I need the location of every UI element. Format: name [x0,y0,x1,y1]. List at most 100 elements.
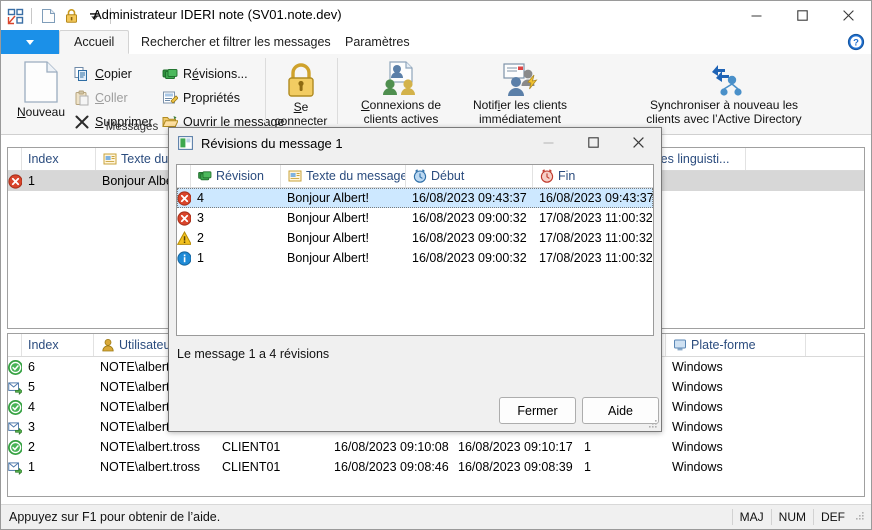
dialog-title-bar: Révisions du message 1 [169,128,661,158]
column-revision-text[interactable]: Texte du message [281,165,406,187]
new-message-button[interactable]: NNouveauouveau [9,60,73,119]
tab-rechercher-filtrer-label: Rechercher et filtrer les messages [141,35,331,49]
revisions-listview[interactable]: Révision Texte du message Début Fin 4 Bo… [176,164,654,336]
dialog-close-button[interactable] [616,128,661,157]
revision-rows: 4 Bonjour Albert! 16/08/2023 09:43:37 16/08… [177,188,653,268]
lock-icon[interactable] [61,6,81,26]
new-message-label: NNouveauouveau [16,105,66,119]
cell-index: 2 [28,440,35,454]
properties-button[interactable]: Propriétés [161,87,240,109]
revisions-stack-icon [197,169,212,184]
user-icon [100,338,115,353]
sync-active-directory-button[interactable]: Synchroniser à nouveau les clients avec … [579,60,869,126]
active-client-connections-button[interactable]: Connexions de clients actives [341,60,461,126]
tab-accueil[interactable]: Accueil [59,30,130,54]
column-revision-end[interactable]: Fin [533,165,653,187]
ribbon-group-messages: NNouveauouveau Copier [1,54,284,134]
column-client-index[interactable]: Index [22,334,94,356]
revisions-button[interactable]: Révisions... [161,63,248,85]
error-icon [177,190,191,206]
ribbon-group-clients: Connexions de clients actives Notifier l… [341,54,869,134]
table-row[interactable]: 1 Bonjour Albert! 16/08/2023 09:00:32 17/08… [177,248,653,268]
sent-mail-icon [8,380,22,395]
cell-user: NOTE\albert.tross [100,440,201,454]
cell-platform: Windows [672,400,723,414]
column-platform[interactable]: Plate-forme [666,334,806,356]
paste-button[interactable]: Coller [73,87,128,109]
cell-revision: 4 [197,191,204,205]
dialog-title: Révisions du message 1 [201,135,343,151]
clock-red-icon [539,169,554,184]
cell-start: 16/08/2023 09:00:32 [412,231,527,245]
close-button[interactable]: Fermer [499,397,576,424]
cell-start: 16/08/2023 09:10:08 [334,440,449,454]
message-text-icon [287,169,302,184]
dialog-resize-grip[interactable] [648,418,658,428]
column-filler [746,148,864,170]
help-circle-icon[interactable]: ? [847,33,865,51]
cell-message-text: Bonjour Albert! [287,231,369,245]
column-client-index-label: Index [28,338,59,352]
cell-index: 5 [28,380,35,394]
column-revision-label: Révision [216,169,264,183]
minimize-button[interactable] [733,1,779,30]
column-revision-start[interactable]: Début [406,165,533,187]
cell-platform: Windows [672,380,723,394]
window-resize-grip[interactable] [854,510,868,524]
column-revision[interactable]: Révision [191,165,281,187]
table-row[interactable]: 2 Bonjour Albert! 16/08/2023 09:00:32 17/08… [177,228,653,248]
active-clients-icon [383,61,415,95]
dialog-maximize-button[interactable] [571,128,616,157]
table-row[interactable]: 1 NOTE\albert.tross CLIENT01 16/08/2023 09:… [8,457,864,477]
table-row[interactable]: 4 Bonjour Albert! 16/08/2023 09:43:37 16/08… [177,188,653,208]
cell-message-text: Bonjour Albert! [287,191,369,205]
cell-end: 17/08/2023 11:00:32 [539,251,653,265]
status-bar: Appuyez sur F1 pour obtenir de l’aide. M… [1,504,871,529]
column-client-filler [806,334,864,356]
maximize-button[interactable] [779,1,825,30]
column-revision-status[interactable] [177,165,191,187]
column-index[interactable]: Index [22,148,96,170]
qat-separator [31,8,32,24]
close-button[interactable] [825,1,871,30]
cell-end: 17/08/2023 11:00:32 [539,231,653,245]
error-icon [177,210,191,226]
cell-message-text: Bonjour Albert! [287,251,369,265]
ok-green-icon [8,439,22,455]
message-text-icon [102,152,117,167]
table-row[interactable]: 2 NOTE\albert.tross CLIENT01 16/08/2023 09:… [8,437,864,457]
title-bar: Administrateur IDERI note (SV01.note.dev… [1,1,871,31]
ok-green-icon [8,359,22,375]
connect-button[interactable]: Se connecter [269,60,333,128]
cell-start: 16/08/2023 09:00:32 [412,251,527,265]
revisions-window-icon [177,135,193,151]
application-menu-button[interactable] [1,30,59,54]
cell-status [177,190,191,206]
status-def: DEF [813,509,852,525]
cell-revision: 2 [197,231,204,245]
column-status[interactable] [8,148,22,170]
app-logo-icon[interactable] [5,6,25,26]
tab-parametres[interactable]: Paramètres [331,30,424,54]
notify-clients-button[interactable]: Notifier les clients immédiatement [461,60,579,126]
new-document-icon[interactable] [38,6,58,26]
cell-platform: Windows [672,360,723,374]
copy-icon [73,66,90,83]
tab-rechercher-filtrer[interactable]: Rechercher et filtrer les messages [127,30,345,54]
ribbon-separator-1 [265,58,266,124]
svg-text:?: ? [853,38,859,49]
cell-count: 1 [584,440,591,454]
column-index-label: Index [28,152,59,166]
sent-mail-icon [8,420,22,435]
copy-button[interactable]: Copier [73,63,132,85]
active-clients-label-1: Connexions de [360,98,442,112]
connect-label-1: Se [293,100,309,114]
table-row[interactable]: 3 Bonjour Albert! 16/08/2023 09:00:32 17/08… [177,208,653,228]
ribbon-tabstrip: Accueil Rechercher et filtrer les messag… [1,30,871,55]
column-client-status[interactable] [8,334,22,356]
column-user-label: Utilisateur [119,338,175,352]
cell-message-text: Bonjour Albert! [287,211,369,225]
cell-end: 16/08/2023 09:10:17 [458,440,573,454]
dialog-minimize-button[interactable] [526,128,571,157]
cell-start: 16/08/2023 09:00:32 [412,211,527,225]
